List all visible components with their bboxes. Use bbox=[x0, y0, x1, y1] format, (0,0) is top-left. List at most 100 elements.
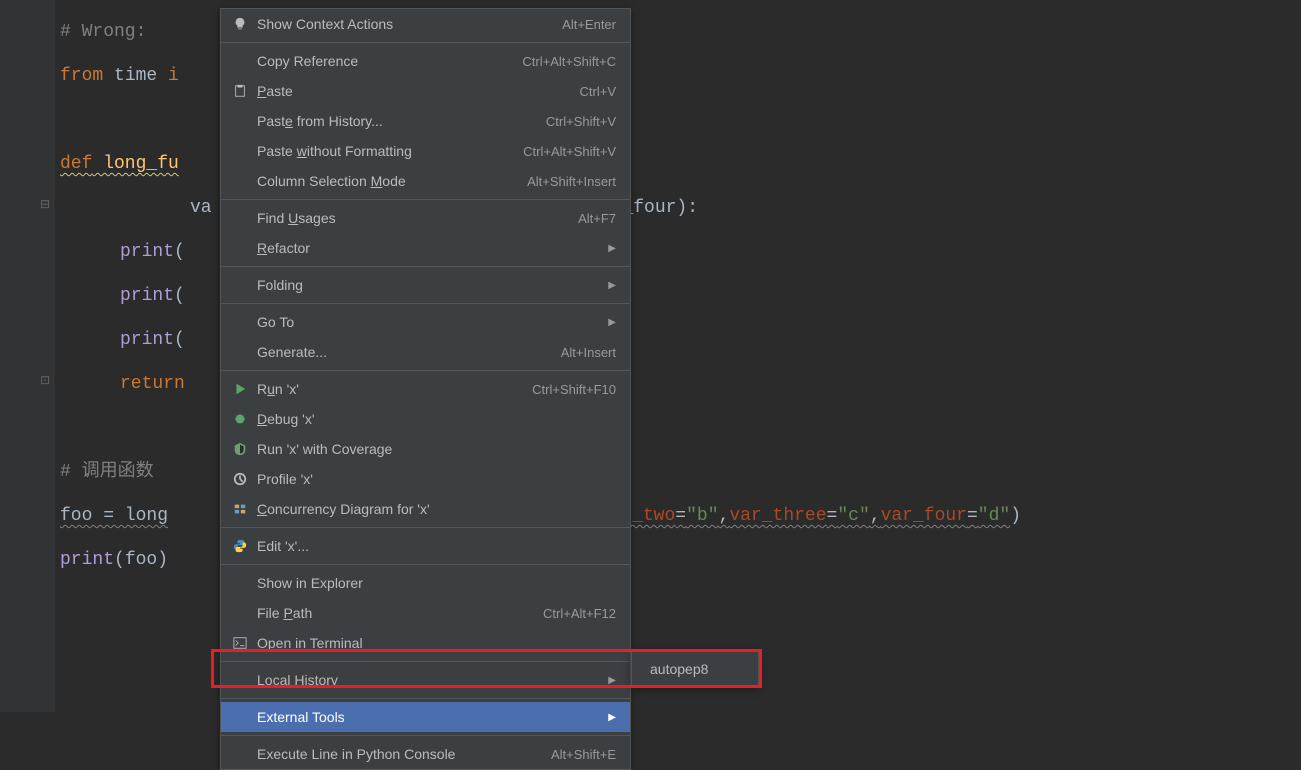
menu-label: Folding bbox=[257, 277, 608, 293]
blank-icon bbox=[229, 112, 251, 130]
menu-label: Run 'x' bbox=[257, 381, 512, 397]
menu-item-execute-line-in-python-console[interactable]: Execute Line in Python Console Alt+Shift+… bbox=[221, 739, 630, 769]
menu-item-column-selection-mode[interactable]: Column Selection Mode Alt+Shift+Insert bbox=[221, 166, 630, 196]
menu-label: File Path bbox=[257, 605, 523, 621]
external-tools-submenu: autopep8 bbox=[631, 651, 759, 687]
menu-item-paste[interactable]: Paste Ctrl+V bbox=[221, 76, 630, 106]
menu-label: Generate... bbox=[257, 344, 541, 360]
menu-separator bbox=[221, 698, 630, 699]
menu-label: Paste from History... bbox=[257, 113, 526, 129]
bulb-icon bbox=[229, 15, 251, 33]
blank-icon bbox=[229, 343, 251, 361]
menu-item-refactor[interactable]: Refactor▶ bbox=[221, 233, 630, 263]
menu-item-paste-without-formatting[interactable]: Paste without Formatting Ctrl+Alt+Shift+V bbox=[221, 136, 630, 166]
menu-item-copy-reference[interactable]: Copy Reference Ctrl+Alt+Shift+C bbox=[221, 46, 630, 76]
menu-label: Column Selection Mode bbox=[257, 173, 507, 189]
menu-separator bbox=[221, 303, 630, 304]
context-menu: Show Context Actions Alt+Enter Copy Refere… bbox=[220, 8, 631, 770]
menu-item-go-to[interactable]: Go To▶ bbox=[221, 307, 630, 337]
menu-item-profile-x[interactable]: Profile 'x' bbox=[221, 464, 630, 494]
menu-label: Paste bbox=[257, 83, 560, 99]
profile-icon bbox=[229, 470, 251, 488]
menu-label: Refactor bbox=[257, 240, 608, 256]
fold-marker-icon[interactable]: ⊟ bbox=[40, 197, 54, 211]
menu-shortcut: Alt+Insert bbox=[561, 345, 616, 360]
menu-label: Local History bbox=[257, 672, 608, 688]
menu-separator bbox=[221, 370, 630, 371]
menu-shortcut: Alt+F7 bbox=[578, 211, 616, 226]
menu-shortcut: Alt+Enter bbox=[562, 17, 616, 32]
menu-shortcut: Ctrl+Alt+Shift+V bbox=[523, 144, 616, 159]
menu-shortcut: Alt+Shift+E bbox=[551, 747, 616, 762]
menu-label: Go To bbox=[257, 314, 608, 330]
menu-label: Edit 'x'... bbox=[257, 538, 616, 554]
menu-label: Paste without Formatting bbox=[257, 143, 503, 159]
menu-label: Concurrency Diagram for 'x' bbox=[257, 501, 616, 517]
concurrency-icon bbox=[229, 500, 251, 518]
menu-label: Execute Line in Python Console bbox=[257, 746, 531, 762]
menu-item-find-usages[interactable]: Find Usages Alt+F7 bbox=[221, 203, 630, 233]
blank-icon bbox=[229, 708, 251, 726]
blank-icon bbox=[229, 313, 251, 331]
menu-item-edit-x[interactable]: Edit 'x'... bbox=[221, 531, 630, 561]
debug-icon bbox=[229, 410, 251, 428]
menu-item-debug-x[interactable]: Debug 'x' bbox=[221, 404, 630, 434]
menu-label: External Tools bbox=[257, 709, 608, 725]
menu-separator bbox=[221, 661, 630, 662]
submenu-arrow-icon: ▶ bbox=[608, 243, 616, 254]
menu-separator bbox=[221, 199, 630, 200]
menu-item-show-context-actions[interactable]: Show Context Actions Alt+Enter bbox=[221, 9, 630, 39]
blank-icon bbox=[229, 142, 251, 160]
fold-marker-icon[interactable]: ⊡ bbox=[40, 373, 54, 387]
menu-label: Run 'x' with Coverage bbox=[257, 441, 616, 457]
menu-item-show-in-explorer[interactable]: Show in Explorer bbox=[221, 568, 630, 598]
blank-icon bbox=[229, 239, 251, 257]
menu-shortcut: Ctrl+Shift+F10 bbox=[532, 382, 616, 397]
menu-item-run-x-with-coverage[interactable]: Run 'x' with Coverage bbox=[221, 434, 630, 464]
menu-separator bbox=[221, 266, 630, 267]
menu-shortcut: Alt+Shift+Insert bbox=[527, 174, 616, 189]
blank-icon bbox=[229, 209, 251, 227]
submenu-arrow-icon: ▶ bbox=[608, 712, 616, 723]
menu-label: Copy Reference bbox=[257, 53, 502, 69]
coverage-icon bbox=[229, 440, 251, 458]
blank-icon bbox=[229, 604, 251, 622]
run-icon bbox=[229, 380, 251, 398]
menu-label: Show Context Actions bbox=[257, 16, 542, 32]
menu-item-generate[interactable]: Generate... Alt+Insert bbox=[221, 337, 630, 367]
menu-item-run-x[interactable]: Run 'x' Ctrl+Shift+F10 bbox=[221, 374, 630, 404]
code-editor[interactable]: # Wrong: from time i def long_fu var_fou… bbox=[0, 0, 1301, 582]
menu-item-file-path[interactable]: File Path Ctrl+Alt+F12 bbox=[221, 598, 630, 628]
submenu-arrow-icon: ▶ bbox=[608, 675, 616, 686]
editor-gutter bbox=[0, 0, 55, 712]
menu-item-folding[interactable]: Folding▶ bbox=[221, 270, 630, 300]
blank-icon bbox=[229, 745, 251, 763]
blank-icon bbox=[229, 671, 251, 689]
terminal-icon bbox=[229, 634, 251, 652]
submenu-item-autopep8[interactable]: autopep8 bbox=[632, 652, 758, 686]
menu-label: Open in Terminal bbox=[257, 635, 616, 651]
menu-label: Debug 'x' bbox=[257, 411, 616, 427]
menu-item-paste-from-history[interactable]: Paste from History... Ctrl+Shift+V bbox=[221, 106, 630, 136]
menu-shortcut: Ctrl+V bbox=[580, 84, 616, 99]
blank-icon bbox=[229, 52, 251, 70]
menu-item-local-history[interactable]: Local History▶ bbox=[221, 665, 630, 695]
menu-item-concurrency-diagram-for-x[interactable]: Concurrency Diagram for 'x' bbox=[221, 494, 630, 524]
menu-shortcut: Ctrl+Shift+V bbox=[546, 114, 616, 129]
menu-label: Show in Explorer bbox=[257, 575, 616, 591]
menu-separator bbox=[221, 735, 630, 736]
menu-shortcut: Ctrl+Alt+F12 bbox=[543, 606, 616, 621]
paste-icon bbox=[229, 82, 251, 100]
submenu-arrow-icon: ▶ bbox=[608, 280, 616, 291]
menu-label: Find Usages bbox=[257, 210, 558, 226]
menu-separator bbox=[221, 527, 630, 528]
menu-item-open-in-terminal[interactable]: Open in Terminal bbox=[221, 628, 630, 658]
menu-item-external-tools[interactable]: External Tools▶ bbox=[221, 702, 630, 732]
blank-icon bbox=[229, 276, 251, 294]
submenu-arrow-icon: ▶ bbox=[608, 317, 616, 328]
menu-separator bbox=[221, 42, 630, 43]
python-icon bbox=[229, 537, 251, 555]
blank-icon bbox=[229, 574, 251, 592]
menu-label: Profile 'x' bbox=[257, 471, 616, 487]
menu-shortcut: Ctrl+Alt+Shift+C bbox=[522, 54, 616, 69]
